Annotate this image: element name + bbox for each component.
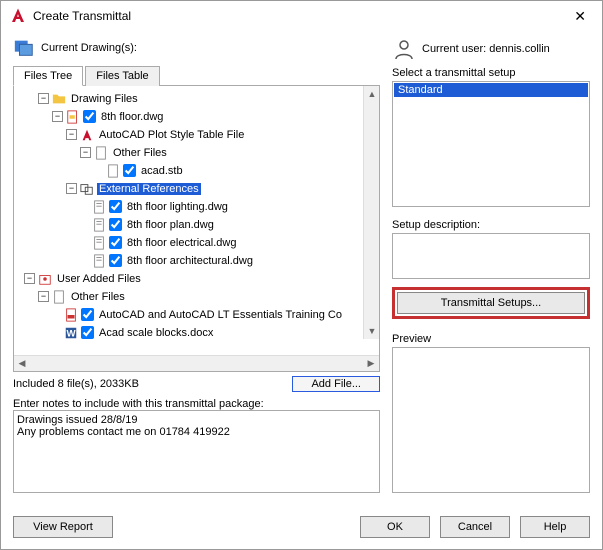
current-drawings-label: Current Drawing(s): — [41, 42, 137, 54]
tree-node-plot-style[interactable]: AutoCAD Plot Style Table File — [97, 129, 246, 141]
file-checkbox[interactable] — [81, 326, 94, 339]
xref-icon — [80, 182, 94, 196]
transmittal-setup-list[interactable]: Standard — [392, 81, 590, 207]
tree-node-lighting[interactable]: 8th floor lighting.dwg — [125, 201, 230, 213]
titlebar: Create Transmittal ✕ — [1, 1, 602, 31]
autocad-icon — [80, 128, 94, 142]
svg-text:W: W — [66, 328, 76, 339]
scroll-left-arrow[interactable]: ◀ — [14, 356, 30, 372]
file-icon — [52, 290, 66, 304]
current-user-label: Current user: dennis.collin — [422, 43, 550, 55]
dwg-ref-icon — [92, 200, 106, 214]
user-icon — [392, 37, 416, 61]
preview-label: Preview — [392, 333, 590, 345]
drawings-icon — [13, 37, 35, 59]
scroll-down-arrow[interactable]: ▼ — [364, 323, 379, 339]
expander[interactable]: − — [66, 129, 77, 140]
expander[interactable]: − — [52, 111, 63, 122]
ok-button[interactable]: OK — [360, 516, 430, 538]
setup-item-standard[interactable]: Standard — [394, 83, 588, 97]
setup-description-label: Setup description: — [392, 219, 590, 231]
file-icon — [94, 146, 108, 160]
tree-node-acad-stb[interactable]: acad.stb — [139, 165, 185, 177]
expander[interactable]: − — [24, 273, 35, 284]
expander[interactable]: − — [38, 93, 49, 104]
scroll-right-arrow[interactable]: ▶ — [363, 356, 379, 372]
file-tree: − Drawing Files − 8th floor.dwg − AutoCA… — [13, 86, 380, 373]
included-files-status: Included 8 file(s), 2033KB — [13, 378, 286, 390]
tree-node-8th-floor-dwg[interactable]: 8th floor.dwg — [99, 111, 165, 123]
cancel-button[interactable]: Cancel — [440, 516, 510, 538]
tree-node-other-files-2[interactable]: Other Files — [69, 291, 127, 303]
close-button[interactable]: ✕ — [566, 4, 594, 29]
user-folder-icon — [38, 272, 52, 286]
create-transmittal-dialog: Create Transmittal ✕ Current Drawing(s):… — [0, 0, 603, 550]
file-checkbox[interactable] — [109, 254, 122, 267]
tree-node-drawing-files[interactable]: Drawing Files — [69, 93, 140, 105]
pdf-icon — [64, 308, 78, 322]
dwg-ref-icon — [92, 254, 106, 268]
expander[interactable]: − — [80, 147, 91, 158]
window-title: Create Transmittal — [33, 9, 566, 23]
notes-textarea[interactable] — [13, 410, 380, 493]
dwg-ref-icon — [92, 236, 106, 250]
vertical-scrollbar[interactable]: ▲ ▼ — [363, 86, 379, 340]
dwg-icon — [66, 110, 80, 124]
preview-box — [392, 347, 590, 493]
select-setup-label: Select a transmittal setup — [392, 67, 590, 79]
file-checkbox[interactable] — [109, 200, 122, 213]
word-icon: W — [64, 326, 78, 340]
file-checkbox[interactable] — [123, 164, 136, 177]
view-report-button[interactable]: View Report — [13, 516, 113, 538]
file-checkbox[interactable] — [83, 110, 96, 123]
file-checkbox[interactable] — [81, 308, 94, 321]
folder-icon — [52, 92, 66, 106]
file-icon — [106, 164, 120, 178]
expander[interactable]: − — [38, 291, 49, 302]
autocad-icon — [9, 7, 27, 25]
tree-node-user-added[interactable]: User Added Files — [55, 273, 143, 285]
expander[interactable]: − — [66, 183, 77, 194]
tab-files-tree[interactable]: Files Tree — [13, 66, 83, 86]
scroll-up-arrow[interactable]: ▲ — [364, 86, 379, 102]
dwg-ref-icon — [92, 218, 106, 232]
transmittal-setups-highlight: Transmittal Setups... — [392, 287, 590, 319]
notes-label: Enter notes to include with this transmi… — [13, 398, 380, 410]
tree-node-plan[interactable]: 8th floor plan.dwg — [125, 219, 216, 231]
add-file-button[interactable]: Add File... — [292, 376, 380, 392]
file-checkbox[interactable] — [109, 218, 122, 231]
transmittal-setups-button[interactable]: Transmittal Setups... — [397, 292, 585, 314]
tree-node-external-references[interactable]: External References — [97, 183, 201, 195]
setup-description-box — [392, 233, 590, 279]
help-button[interactable]: Help — [520, 516, 590, 538]
tab-files-table[interactable]: Files Table — [85, 66, 159, 86]
tree-node-scale-blocks[interactable]: Acad scale blocks.docx — [97, 327, 215, 339]
tree-node-architectural[interactable]: 8th floor architectural.dwg — [125, 255, 255, 267]
tree-node-electrical[interactable]: 8th floor electrical.dwg — [125, 237, 238, 249]
horizontal-scrollbar[interactable]: ◀ ▶ — [14, 355, 379, 371]
tree-node-other-files[interactable]: Other Files — [111, 147, 169, 159]
tree-node-essentials[interactable]: AutoCAD and AutoCAD LT Essentials Traini… — [97, 309, 344, 321]
file-checkbox[interactable] — [109, 236, 122, 249]
